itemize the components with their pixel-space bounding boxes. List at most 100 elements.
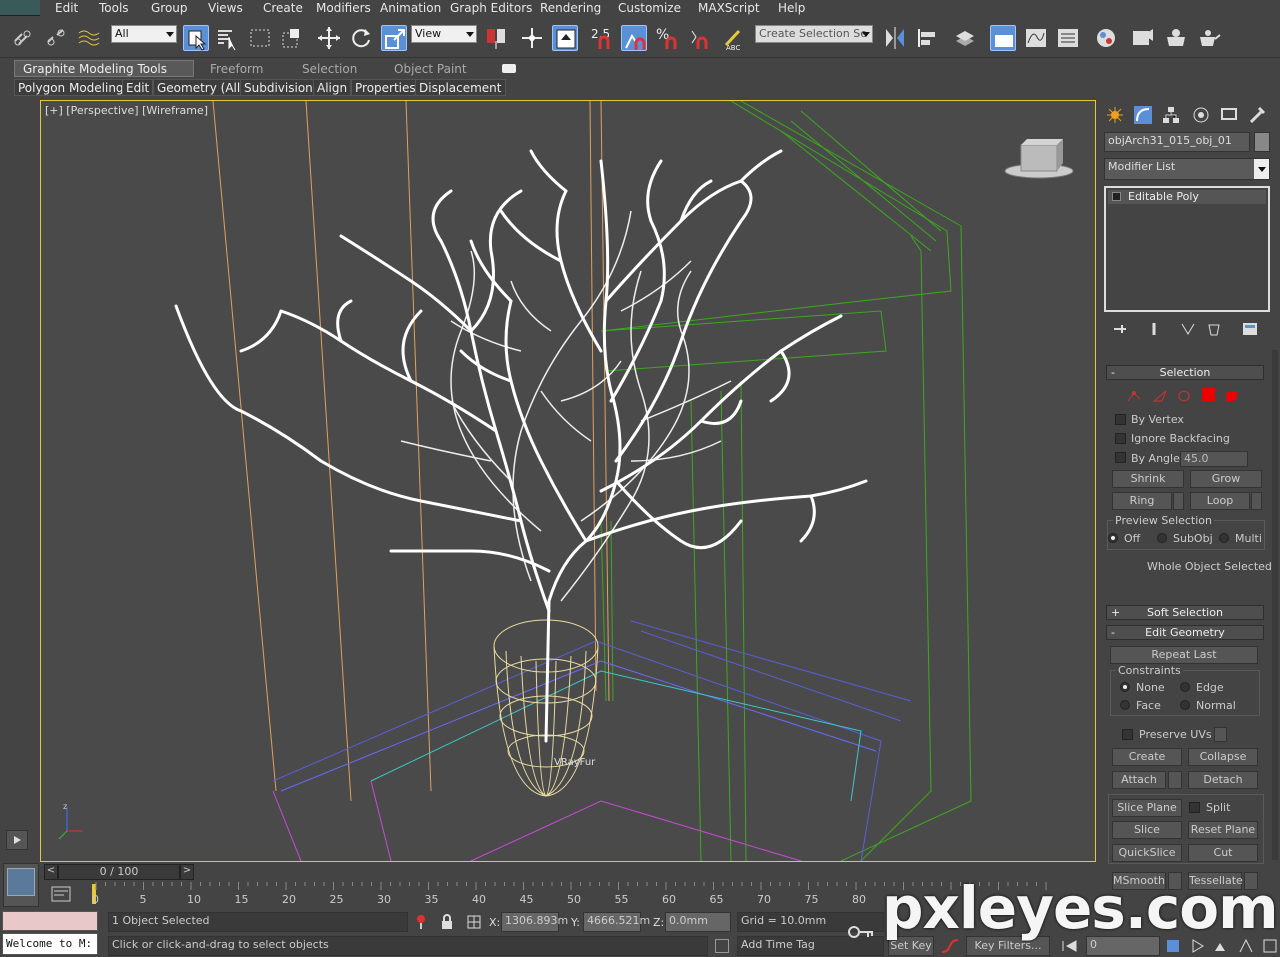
- open-mini-curve-editor-icon[interactable]: [50, 884, 74, 904]
- window-crossing-icon[interactable]: [279, 25, 305, 51]
- mini-listener-toggle[interactable]: [3, 863, 39, 907]
- loop-spinner[interactable]: [1251, 492, 1262, 510]
- hierarchy-tab-icon[interactable]: [1162, 106, 1180, 124]
- quickslice-button[interactable]: QuickSlice: [1112, 844, 1182, 862]
- rendered-frame-window-icon[interactable]: [1163, 25, 1189, 51]
- modifier-list-dropdown[interactable]: Modifier List: [1104, 158, 1270, 180]
- selection-rollout-header[interactable]: - Selection: [1106, 365, 1264, 380]
- selection-filter-dropdown[interactable]: All: [111, 25, 177, 43]
- ignore-backfacing-checkbox[interactable]: [1115, 433, 1126, 444]
- ring-spinner[interactable]: [1173, 492, 1184, 510]
- menu-graph-editors[interactable]: Graph Editors: [450, 1, 532, 15]
- percent-snap-icon[interactable]: %: [654, 25, 680, 51]
- ribbon-options-icon[interactable]: [502, 64, 516, 73]
- cut-button[interactable]: Cut: [1188, 844, 1258, 862]
- z-coordinate-field[interactable]: 0.0mm: [665, 912, 731, 932]
- rotate-icon[interactable]: [348, 25, 374, 51]
- material-editor-icon[interactable]: [1093, 25, 1119, 51]
- reference-coordinate-dropdown[interactable]: View: [411, 25, 477, 43]
- angle-snap-icon[interactable]: [621, 25, 647, 51]
- element-level-icon[interactable]: [1224, 389, 1240, 403]
- create-tab-icon[interactable]: [1106, 106, 1124, 124]
- prev-frame-icon[interactable]: <: [44, 864, 58, 880]
- edit-geometry-rollout-header[interactable]: - Edit Geometry: [1106, 625, 1264, 640]
- border-level-icon[interactable]: [1176, 389, 1192, 403]
- menu-modifiers[interactable]: Modifiers: [316, 1, 371, 15]
- maxscript-listener-pink[interactable]: [2, 911, 98, 931]
- unlink-icon[interactable]: [43, 25, 69, 51]
- curve-editor-icon[interactable]: [1023, 25, 1049, 51]
- menu-tools[interactable]: Tools: [99, 1, 129, 15]
- reset-plane-button[interactable]: Reset Plane: [1188, 821, 1258, 839]
- expand-icon[interactable]: [1112, 192, 1121, 201]
- y-coordinate-field[interactable]: 4666.521m: [583, 912, 650, 932]
- tab-freeform[interactable]: Freeform: [210, 62, 263, 79]
- motion-tab-icon[interactable]: [1192, 106, 1210, 124]
- keyboard-shortcut-override-icon[interactable]: [552, 25, 578, 51]
- pivot-center-icon[interactable]: [483, 25, 509, 51]
- render-production-icon[interactable]: [1196, 25, 1222, 51]
- schematic-view-icon[interactable]: [1055, 25, 1081, 51]
- object-name-field[interactable]: objArch31_015_obj_01: [1104, 132, 1250, 152]
- menu-customize[interactable]: Customize: [618, 1, 681, 15]
- attach-list-icon[interactable]: [1168, 771, 1182, 789]
- tab-object-paint[interactable]: Object Paint: [394, 62, 467, 79]
- menu-animation[interactable]: Animation: [380, 1, 441, 15]
- constraint-face-radio[interactable]: [1120, 700, 1130, 710]
- tab-selection[interactable]: Selection: [302, 62, 357, 79]
- menu-edit[interactable]: Edit: [55, 1, 78, 15]
- scale-icon[interactable]: [381, 25, 407, 51]
- loop-button[interactable]: Loop: [1190, 492, 1250, 510]
- vertex-level-icon[interactable]: [1126, 389, 1142, 403]
- select-object-icon[interactable]: [183, 25, 209, 51]
- preview-subobj-radio[interactable]: [1157, 533, 1167, 543]
- modify-tab-icon[interactable]: [1134, 106, 1152, 124]
- ring-button[interactable]: Ring: [1112, 492, 1172, 510]
- preserve-uvs-checkbox[interactable]: [1122, 729, 1133, 740]
- slice-plane-button[interactable]: Slice Plane: [1112, 799, 1182, 817]
- play-viewport-icon[interactable]: [6, 830, 28, 850]
- subtab-geometry-all[interactable]: Geometry (All): [153, 79, 249, 96]
- by-vertex-checkbox[interactable]: [1115, 414, 1126, 425]
- split-checkbox[interactable]: [1189, 802, 1200, 813]
- viewport-label[interactable]: [+] [Perspective] [Wireframe]: [45, 104, 208, 117]
- constraint-none-radio[interactable]: [1120, 682, 1130, 692]
- configure-modifier-sets-icon[interactable]: [1242, 322, 1258, 336]
- layer-manager-icon[interactable]: [952, 25, 978, 51]
- subtab-polygon-modeling[interactable]: Polygon Modeling: [14, 79, 128, 96]
- menu-help[interactable]: Help: [778, 1, 805, 15]
- link-icon[interactable]: [10, 25, 36, 51]
- select-by-name-icon[interactable]: [214, 25, 240, 51]
- soft-selection-rollout-header[interactable]: + Soft Selection: [1106, 605, 1264, 620]
- object-color-swatch[interactable]: [1254, 132, 1270, 152]
- subtab-align[interactable]: Align: [313, 79, 352, 96]
- tab-graphite-modeling-tools[interactable]: Graphite Modeling Tools: [14, 60, 194, 77]
- utilities-tab-icon[interactable]: [1248, 106, 1266, 124]
- rectangular-selection-icon[interactable]: [247, 25, 273, 51]
- modifier-stack[interactable]: Editable Poly: [1104, 186, 1270, 312]
- bind-space-warp-icon[interactable]: [76, 25, 102, 51]
- spinner-snap-icon[interactable]: [686, 25, 712, 51]
- absolute-mode-transform-icon[interactable]: [466, 914, 482, 930]
- selection-lock-icon[interactable]: [440, 914, 454, 930]
- constraint-edge-radio[interactable]: [1180, 682, 1190, 692]
- preview-off-radio[interactable]: [1108, 533, 1118, 543]
- collapse-button[interactable]: Collapse: [1188, 748, 1258, 766]
- edge-level-icon[interactable]: [1152, 389, 1168, 403]
- mirror-icon[interactable]: [882, 25, 908, 51]
- by-angle-checkbox[interactable]: [1115, 452, 1126, 463]
- preserve-uvs-settings-icon[interactable]: [1214, 727, 1227, 742]
- named-selection-set-dropdown[interactable]: Create Selection Se: [755, 25, 873, 43]
- detach-button[interactable]: Detach: [1188, 771, 1258, 789]
- subtab-subdivision[interactable]: Subdivision: [240, 79, 317, 96]
- menu-rendering[interactable]: Rendering: [540, 1, 601, 15]
- show-end-result-icon[interactable]: [1146, 322, 1162, 336]
- display-tab-icon[interactable]: [1220, 106, 1238, 124]
- constraint-normal-radio[interactable]: [1180, 700, 1190, 710]
- isolate-selection-icon[interactable]: [414, 914, 428, 930]
- viewcube[interactable]: [1003, 139, 1075, 181]
- repeat-last-button[interactable]: Repeat Last: [1110, 646, 1258, 664]
- grow-button[interactable]: Grow: [1190, 470, 1262, 488]
- perspective-viewport[interactable]: VRayFur z: [40, 100, 1096, 862]
- menu-views[interactable]: Views: [208, 1, 243, 15]
